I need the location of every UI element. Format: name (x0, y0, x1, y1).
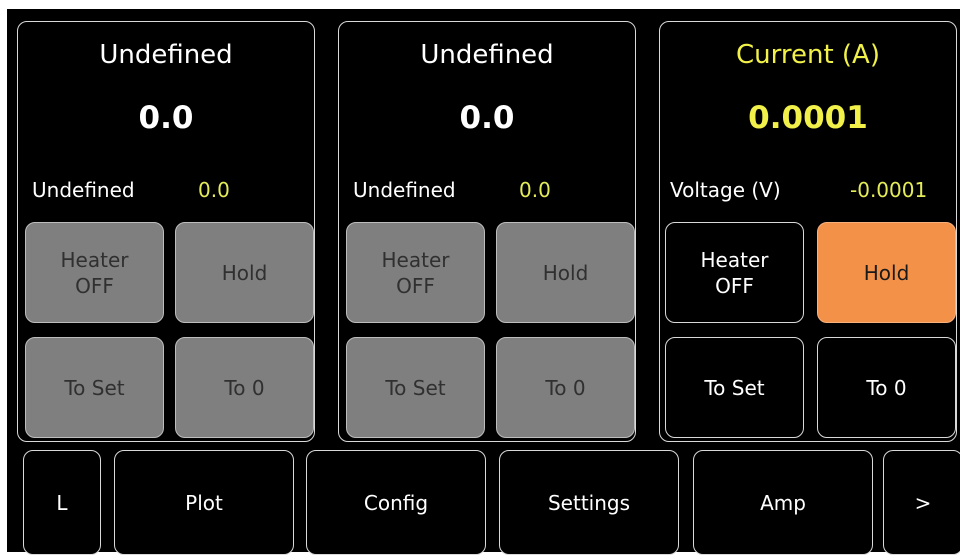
nav-config-button[interactable]: Config (306, 450, 486, 555)
panel-sub-label: Voltage (V) (670, 178, 781, 202)
to-set-button[interactable]: To Set (665, 337, 804, 438)
nav-plot-button[interactable]: Plot (114, 450, 294, 555)
panel-value: 0.0 (138, 100, 194, 136)
to-zero-button[interactable]: To 0 (817, 337, 956, 438)
to-zero-button[interactable]: To 0 (496, 337, 635, 438)
hold-button[interactable]: Hold (496, 222, 635, 323)
panel-value: 0.0 (459, 100, 515, 136)
nav-settings-button[interactable]: Settings (499, 450, 679, 555)
nav-l-button[interactable]: L (23, 450, 101, 555)
heater-button[interactable]: Heater OFF (25, 222, 164, 323)
channel-panel-3: Current (A) 0.0001 Voltage (V) -0.0001 H… (659, 21, 957, 442)
heater-button-state: OFF (75, 273, 114, 298)
hold-button[interactable]: Hold (817, 222, 956, 323)
channel-panel-2: Undefined 0.0 Undefined 0.0 Heater OFF H… (338, 21, 636, 442)
channel-panel-1: Undefined 0.0 Undefined 0.0 Heater OFF H… (17, 21, 315, 442)
panel-sub-value: 0.0 (519, 178, 551, 202)
heater-button[interactable]: Heater OFF (346, 222, 485, 323)
nav-next-button[interactable]: > (883, 450, 960, 555)
heater-button[interactable]: Heater OFF (665, 222, 804, 323)
to-zero-button[interactable]: To 0 (175, 337, 314, 438)
heater-button-label: Heater (700, 247, 769, 272)
panel-sub-value: -0.0001 (850, 178, 928, 202)
panel-sub-label: Undefined (353, 178, 456, 202)
nav-amp-button[interactable]: Amp (693, 450, 873, 555)
panel-sub-value: 0.0 (198, 178, 230, 202)
instrument-screen: Undefined 0.0 Undefined 0.0 Heater OFF H… (7, 9, 960, 555)
to-set-button[interactable]: To Set (25, 337, 164, 438)
hold-button[interactable]: Hold (175, 222, 314, 323)
heater-button-state: OFF (396, 273, 435, 298)
heater-button-label: Heater (60, 247, 129, 272)
panel-title: Undefined (420, 40, 554, 70)
panel-value: 0.0001 (748, 100, 868, 136)
heater-button-state: OFF (715, 273, 754, 298)
panel-title: Undefined (99, 40, 233, 70)
panel-sub-label: Undefined (32, 178, 135, 202)
panel-title: Current (A) (736, 40, 880, 70)
heater-button-label: Heater (381, 247, 450, 272)
to-set-button[interactable]: To Set (346, 337, 485, 438)
